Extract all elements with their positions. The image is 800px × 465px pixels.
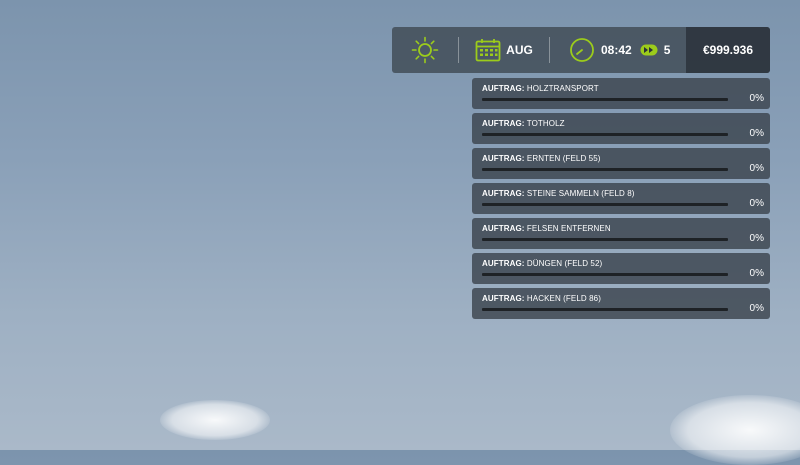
mission-title: AUFTRAG: HACKEN (FELD 86) bbox=[482, 294, 601, 303]
money-label: €999.936 bbox=[702, 43, 754, 57]
mission-name: ERNTEN (FELD 55) bbox=[526, 154, 601, 163]
mission-name: FELSEN ENTFERNEN bbox=[526, 224, 611, 233]
mission-item[interactable]: AUFTRAG: ERNTEN (FELD 55) 0% bbox=[472, 148, 770, 179]
month-label: AUG bbox=[506, 43, 533, 57]
mission-progress-label: 0% bbox=[749, 198, 764, 209]
mission-prefix: AUFTRAG: bbox=[482, 119, 525, 128]
mission-title: AUFTRAG: STEINE SAMMELN (FELD 8) bbox=[482, 189, 635, 198]
mission-list: AUFTRAG: HOLZTRANSPORT 0% AUFTRAG: TOTHOLZ… bbox=[472, 78, 770, 323]
mission-progress-label: 0% bbox=[749, 233, 764, 244]
cloud bbox=[670, 395, 800, 465]
mission-prefix: AUFTRAG: bbox=[482, 259, 525, 268]
weather-sun-icon[interactable] bbox=[392, 27, 458, 73]
mission-progress-bar bbox=[482, 203, 728, 206]
money-display: €999.936 bbox=[686, 27, 770, 73]
mission-item[interactable]: AUFTRAG: TOTHOLZ 0% bbox=[472, 113, 770, 144]
mission-name: STEINE SAMMELN (FELD 8) bbox=[526, 189, 635, 198]
mission-name: DÜNGEN (FELD 52) bbox=[526, 259, 603, 268]
clock-icon bbox=[569, 37, 595, 63]
mission-title: AUFTRAG: DÜNGEN (FELD 52) bbox=[482, 259, 602, 268]
mission-prefix: AUFTRAG: bbox=[482, 224, 525, 233]
time-label: 08:42 bbox=[601, 43, 632, 57]
mission-name: HOLZTRANSPORT bbox=[526, 84, 599, 93]
cloud bbox=[160, 400, 270, 440]
fast-forward-icon[interactable] bbox=[640, 44, 658, 56]
mission-prefix: AUFTRAG: bbox=[482, 294, 525, 303]
mission-progress-label: 0% bbox=[749, 163, 764, 174]
mission-title: AUFTRAG: ERNTEN (FELD 55) bbox=[482, 154, 601, 163]
mission-name: TOTHOLZ bbox=[526, 119, 565, 128]
calendar-widget[interactable]: AUG bbox=[459, 27, 549, 73]
hud-bar: AUG 08:42 5 €999.936 bbox=[392, 27, 770, 73]
mission-progress-bar bbox=[482, 168, 728, 171]
mission-progress-bar bbox=[482, 273, 728, 276]
mission-progress-bar bbox=[482, 133, 728, 136]
mission-item[interactable]: AUFTRAG: HACKEN (FELD 86) 0% bbox=[472, 288, 770, 319]
mission-prefix: AUFTRAG: bbox=[482, 84, 525, 93]
mission-progress-label: 0% bbox=[749, 268, 764, 279]
mission-title: AUFTRAG: HOLZTRANSPORT bbox=[482, 84, 599, 93]
mission-name: HACKEN (FELD 86) bbox=[526, 294, 601, 303]
mission-item[interactable]: AUFTRAG: FELSEN ENTFERNEN 0% bbox=[472, 218, 770, 249]
mission-progress-label: 0% bbox=[749, 128, 764, 139]
mission-title: AUFTRAG: TOTHOLZ bbox=[482, 119, 565, 128]
mission-progress-bar bbox=[482, 308, 728, 311]
mission-item[interactable]: AUFTRAG: HOLZTRANSPORT 0% bbox=[472, 78, 770, 109]
calendar-icon bbox=[475, 38, 501, 62]
mission-prefix: AUFTRAG: bbox=[482, 154, 525, 163]
mission-progress-bar bbox=[482, 98, 728, 101]
time-widget[interactable]: 08:42 5 bbox=[550, 27, 670, 73]
mission-progress-label: 0% bbox=[749, 93, 764, 104]
mission-item[interactable]: AUFTRAG: STEINE SAMMELN (FELD 8) 0% bbox=[472, 183, 770, 214]
mission-progress-bar bbox=[482, 238, 728, 241]
mission-progress-label: 0% bbox=[749, 303, 764, 314]
mission-title: AUFTRAG: FELSEN ENTFERNEN bbox=[482, 224, 611, 233]
mission-item[interactable]: AUFTRAG: DÜNGEN (FELD 52) 0% bbox=[472, 253, 770, 284]
mission-prefix: AUFTRAG: bbox=[482, 189, 525, 198]
time-speed-label: 5 bbox=[663, 43, 671, 57]
